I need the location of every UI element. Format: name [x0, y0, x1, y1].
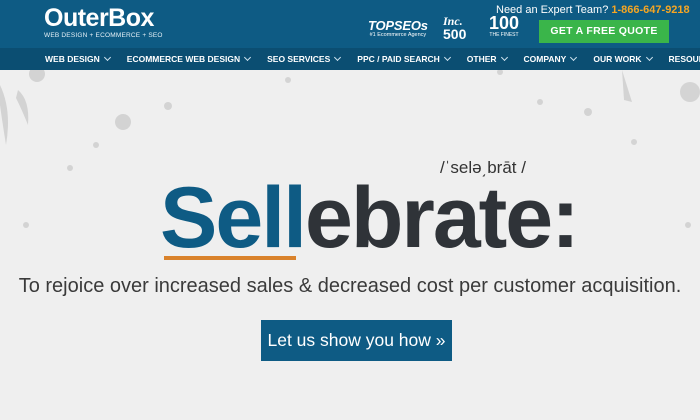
nav-item-ecommerce-web-design[interactable]: ECOMMERCE WEB DESIGN: [126, 53, 252, 64]
confetti-dot: [285, 77, 291, 83]
confetti-streamer: [622, 70, 632, 102]
hero-headline: Sellebrate:: [160, 168, 580, 268]
chevron-down-icon: [103, 53, 111, 62]
confetti-dot: [67, 165, 73, 171]
headline-highlight: Sell: [160, 170, 307, 266]
inc-500-label: 500: [443, 26, 467, 42]
logo-tagline: WEB DESIGN + ECOMMERCE + SEO: [44, 32, 163, 39]
nav-label: PPC / PAID SEARCH: [357, 54, 440, 64]
confetti-dot: [680, 82, 700, 102]
inc500-badge: Inc. 500: [443, 15, 475, 41]
confetti-dot: [537, 99, 543, 105]
top-100-sub: THE FINEST: [489, 32, 519, 38]
nav-item-web-design[interactable]: WEB DESIGN: [45, 53, 111, 64]
logo-name: OuterBox: [44, 4, 154, 32]
nav-label: OUR WORK: [593, 54, 642, 64]
outerbox-logo[interactable]: OuterBox WEB DESIGN + ECOMMERCE + SEO: [44, 4, 163, 40]
nav-item-our-work[interactable]: OUR WORK: [593, 53, 653, 64]
confetti-dot: [631, 139, 637, 145]
nav-item-seo-services[interactable]: SEO SERVICES: [267, 53, 342, 64]
nav-label: ECOMMERCE WEB DESIGN: [126, 54, 241, 64]
confetti-dot: [497, 70, 503, 75]
show-you-how-button[interactable]: Let us show you how »: [261, 320, 452, 361]
confetti-dot: [115, 114, 131, 130]
topseos-label: TOPSEOs: [368, 18, 428, 33]
get-free-quote-button[interactable]: GET A FREE QUOTE: [539, 20, 669, 43]
confetti-dot: [93, 142, 99, 148]
top-100-label: 100: [488, 13, 520, 33]
nav-label: SEO SERVICES: [267, 54, 331, 64]
confetti-streamer: [16, 90, 29, 125]
chevron-down-icon: [443, 53, 451, 62]
chevron-down-icon: [645, 53, 653, 62]
chevron-down-icon: [334, 53, 342, 62]
chevron-down-icon: [570, 53, 578, 62]
confetti-dot: [164, 102, 172, 110]
nav-label: COMPANY: [523, 54, 567, 64]
confetti-dot: [685, 222, 691, 228]
nav-item-other[interactable]: OTHER: [466, 53, 508, 64]
chevron-down-icon: [244, 53, 252, 62]
expert-label: Need an Expert Team?: [496, 4, 609, 16]
nav-item-resources[interactable]: RESOURCES: [669, 54, 700, 64]
top-100-badge: 100 THE FINEST: [482, 14, 526, 39]
chevron-down-icon: [500, 53, 508, 62]
phone-link[interactable]: 1-866-647-9218: [611, 4, 689, 16]
main-nav: WEB DESIGN ECOMMERCE WEB DESIGN SEO SERV…: [0, 48, 700, 70]
hero-tagline: To rejoice over increased sales & decrea…: [18, 275, 682, 297]
confetti-dot: [23, 222, 29, 228]
headline-underline: [164, 256, 296, 260]
nav-label: WEB DESIGN: [45, 54, 100, 64]
topseos-sub: #1 Ecommerce Agency: [369, 32, 427, 38]
nav-label: RESOURCES: [668, 54, 700, 64]
confetti-dot: [584, 108, 592, 116]
site-header: OuterBox WEB DESIGN + ECOMMERCE + SEO TO…: [0, 0, 700, 48]
nav-item-ppc-paid-search[interactable]: PPC / PAID SEARCH: [357, 53, 451, 64]
nav-item-company[interactable]: COMPANY: [523, 53, 578, 64]
confetti-streamer: [0, 85, 8, 145]
headline-rest: ebrate:: [304, 170, 580, 266]
nav-label: OTHER: [466, 54, 497, 64]
confetti-dot: [29, 70, 45, 82]
topseos-badge: TOPSEOs #1 Ecommerce Agency: [368, 18, 428, 38]
expert-team-text: Need an Expert Team? 1-866-647-9218: [496, 4, 690, 16]
